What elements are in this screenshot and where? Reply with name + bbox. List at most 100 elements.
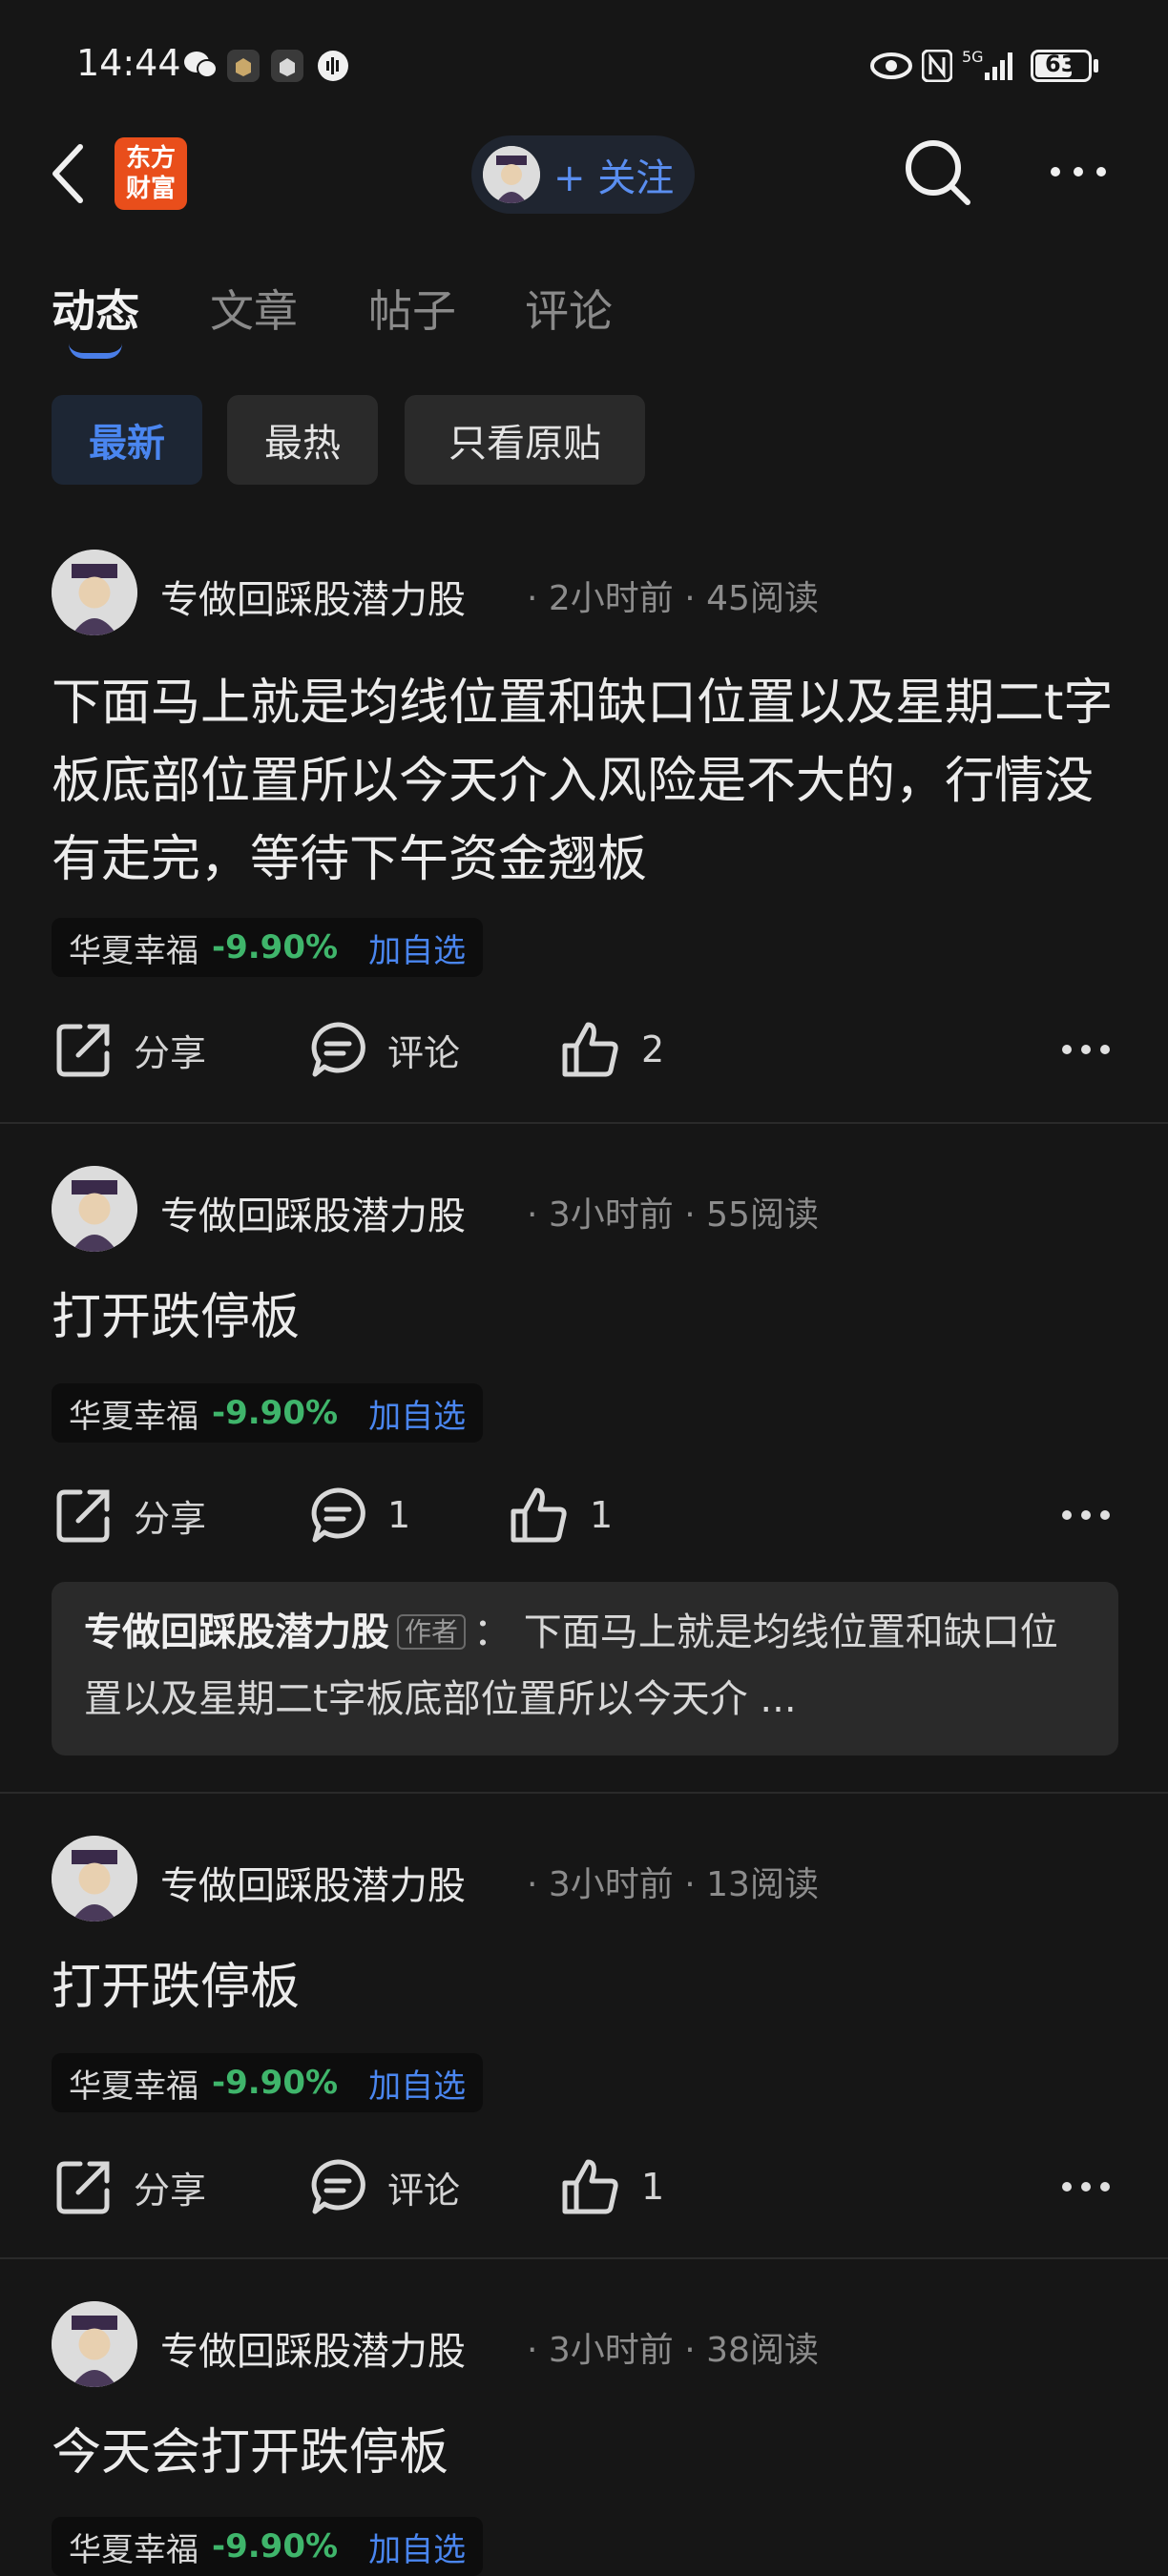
- stock-chip[interactable]: 华夏幸福 -9.90% 加自选: [52, 2053, 484, 2112]
- divider: [0, 2257, 1168, 2259]
- post-text[interactable]: 今天会打开跌停板: [52, 2414, 1120, 2492]
- post-more-icon[interactable]: [1061, 1042, 1111, 1061]
- author-tag: 作者: [397, 1614, 467, 1650]
- like-count: 2: [641, 1028, 665, 1070]
- audio-icon: [317, 50, 349, 86]
- thumbs-up-icon: [562, 1022, 618, 1077]
- logo-line-1: 东方: [125, 144, 176, 173]
- comment-button[interactable]: 1: [309, 1486, 410, 1544]
- add-watchlist-button[interactable]: 加自选: [368, 2060, 466, 2107]
- post-more-icon[interactable]: [1061, 1507, 1111, 1527]
- post-author[interactable]: 专做回踩股潜力股: [160, 569, 466, 624]
- avatar[interactable]: [52, 1836, 137, 1922]
- comment-label: 评论: [387, 1031, 461, 1074]
- divider: [0, 1792, 1168, 1794]
- post-text[interactable]: 打开跌停板: [52, 1948, 1120, 2026]
- post-author[interactable]: 专做回踩股潜力股: [160, 1185, 466, 1240]
- comment-button[interactable]: 评论: [309, 2158, 460, 2215]
- post-author[interactable]: 专做回踩股潜力股: [160, 1855, 466, 1910]
- stock-name: 华夏幸福: [69, 931, 198, 970]
- stock-chip[interactable]: 华夏幸福 -9.90% 加自选: [52, 2517, 484, 2576]
- thumbs-up-icon: [562, 2159, 618, 2214]
- avatar[interactable]: [52, 2301, 137, 2387]
- add-watchlist-button[interactable]: 加自选: [368, 2524, 466, 2570]
- like-count: 1: [641, 2166, 665, 2208]
- stock-change: -9.90%: [212, 928, 339, 966]
- stock-change: -9.90%: [212, 2064, 339, 2102]
- post-time: 3小时前: [548, 1865, 674, 1904]
- avatar[interactable]: [52, 550, 137, 635]
- logo-line-2: 财富: [125, 175, 176, 203]
- eye-icon: [870, 52, 912, 84]
- comment-count: 1: [387, 1494, 411, 1536]
- tab-posts[interactable]: 帖子: [368, 277, 456, 340]
- share-button[interactable]: 分享: [55, 2158, 206, 2215]
- share-button[interactable]: 分享: [55, 1486, 206, 1544]
- add-watchlist-button[interactable]: 加自选: [368, 1390, 466, 1437]
- stock-name: 华夏幸福: [69, 2067, 198, 2106]
- post-text[interactable]: 打开跌停板: [52, 1278, 1120, 1357]
- quoted-post[interactable]: 专做回踩股潜力股 作者： 下面马上就是均线位置和缺口位置以及星期二t字板底部位置所…: [52, 1582, 1118, 1755]
- like-button[interactable]: 1: [510, 1486, 613, 1544]
- avatar: [483, 146, 540, 203]
- stock-name: 华夏幸福: [69, 1397, 198, 1436]
- status-time: 14:44: [76, 42, 181, 84]
- comment-icon: [311, 2159, 365, 2214]
- post-text[interactable]: 下面马上就是均线位置和缺口位置以及星期二t字板底部位置所以今天介入风险是不大的，…: [52, 664, 1120, 899]
- post-meta: · 3小时前 · 55阅读: [527, 1195, 819, 1235]
- share-label: 分享: [134, 2169, 207, 2212]
- comment-button[interactable]: 评论: [309, 1021, 460, 1078]
- share-button[interactable]: 分享: [55, 1021, 206, 1078]
- post-time: 3小时前: [548, 2331, 674, 2370]
- post-more-icon[interactable]: [1061, 2179, 1111, 2198]
- wechat-icon: [183, 50, 218, 84]
- tab-articles[interactable]: 文章: [210, 277, 298, 340]
- post-meta: · 3小时前 · 38阅读: [527, 2331, 819, 2370]
- more-options-icon[interactable]: [1048, 162, 1109, 185]
- comment-label: 评论: [387, 2169, 461, 2212]
- signal-icon: [983, 50, 1017, 86]
- search-icon[interactable]: [903, 137, 973, 212]
- divider: [0, 1122, 1168, 1124]
- post-time: 2小时前: [548, 579, 674, 618]
- stock-change: -9.90%: [212, 2527, 339, 2566]
- filter-hot[interactable]: 最热: [227, 395, 378, 485]
- thumbs-up-icon: [511, 1487, 567, 1543]
- tab-comments[interactable]: 评论: [525, 277, 613, 340]
- share-icon: [56, 2161, 110, 2214]
- post-time: 3小时前: [548, 1195, 674, 1235]
- share-label: 分享: [134, 1031, 207, 1074]
- post-reads: 55阅读: [706, 1195, 819, 1235]
- tab-dynamics[interactable]: 动态: [52, 277, 139, 340]
- post-author[interactable]: 专做回踩股潜力股: [160, 2320, 466, 2376]
- nfc-icon: [921, 49, 953, 86]
- stock-chip[interactable]: 华夏幸福 -9.90% 加自选: [52, 918, 484, 977]
- quoted-author: 专做回踩股潜力股: [84, 1610, 389, 1654]
- network-label: 5G: [962, 48, 984, 66]
- active-tab-indicator: [69, 343, 122, 359]
- add-watchlist-button[interactable]: 加自选: [368, 924, 466, 971]
- post-reads: 45阅读: [706, 579, 819, 618]
- battery-tip: [1094, 59, 1098, 73]
- post-reads: 38阅读: [706, 2331, 819, 2370]
- like-button[interactable]: 2: [561, 1021, 664, 1078]
- filter-original-only[interactable]: 只看原贴: [405, 395, 645, 485]
- stock-name: 华夏幸福: [69, 2530, 198, 2569]
- filter-latest[interactable]: 最新: [52, 395, 202, 485]
- follow-label: + 关注: [553, 156, 675, 200]
- share-icon: [56, 1489, 110, 1543]
- stock-chip[interactable]: 华夏幸福 -9.90% 加自选: [52, 1383, 484, 1443]
- avatar[interactable]: [52, 1166, 137, 1252]
- follow-button[interactable]: + 关注: [471, 135, 695, 214]
- app-logo: 东方 财富: [115, 137, 187, 210]
- like-count: 1: [590, 1494, 614, 1536]
- post-meta: · 2小时前 · 45阅读: [527, 579, 819, 618]
- comment-icon: [311, 1487, 365, 1543]
- battery-level: 63: [1045, 51, 1077, 77]
- share-icon: [56, 1024, 110, 1077]
- post-reads: 13阅读: [706, 1865, 819, 1904]
- like-button[interactable]: 1: [561, 2158, 664, 2215]
- comment-icon: [311, 1022, 365, 1077]
- back-button[interactable]: [50, 143, 88, 208]
- app-notification-icon-2: [271, 50, 303, 86]
